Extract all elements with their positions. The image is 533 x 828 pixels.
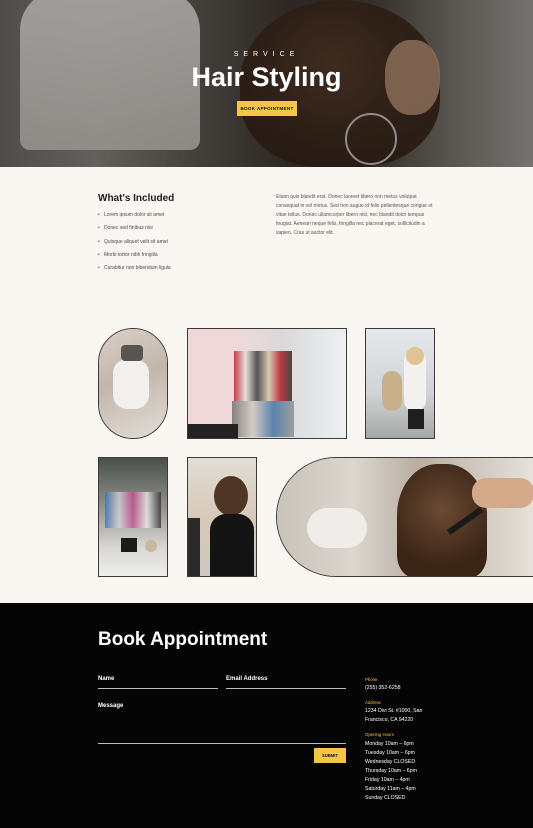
service-description: Etiam quis blandit erat. Donec laoreet l… <box>276 194 433 236</box>
list-item-text: Morbi tortor nibh fringilla <box>104 251 158 258</box>
list-item-text: Donec sed finibus nisi <box>104 225 153 232</box>
hours-row: Monday 10am – 6pm <box>365 741 414 747</box>
gallery-photo-stylist-curling <box>365 328 435 439</box>
opening-hours-list: Monday 10am – 6pm Tuesday 10am – 6pm Wed… <box>365 740 475 803</box>
book-appointment-section: Book Appointment Name Email Address Mess… <box>0 603 533 828</box>
hours-row: Thursday 10am – 6pm <box>365 768 417 774</box>
phone-label: Phone <box>365 677 378 682</box>
gallery-photo-product-shelf <box>187 328 347 439</box>
included-title: What's Included <box>98 193 175 204</box>
name-field[interactable] <box>98 688 218 689</box>
hours-row: Tuesday 10am – 6pm <box>365 750 415 756</box>
hero-banner: SERVICE Hair Styling BOOK APPOINTMENT <box>0 0 533 167</box>
message-field[interactable] <box>98 743 346 744</box>
included-list: • Lorem ipsum dolor sit amet • Donec sed f… <box>98 211 171 277</box>
hero-eyebrow: SERVICE <box>233 51 300 58</box>
gallery-photo-wash-chair <box>98 328 168 439</box>
page-title: Hair Styling <box>191 62 342 92</box>
hours-row: Wednesday CLOSED <box>365 759 416 765</box>
address-label: Address <box>365 700 381 705</box>
opening-hours-label: Opening Hours <box>365 732 394 737</box>
gallery-photo-back-view <box>187 457 257 577</box>
gallery-photo-curling-iron <box>276 457 533 577</box>
list-item: • Quisque aliquet velit sit amet <box>98 238 171 251</box>
hours-row: Saturday 11am – 4pm <box>365 786 416 792</box>
list-item-text: Lorem ipsum dolor sit amet <box>104 212 165 218</box>
name-label: Name <box>98 676 115 682</box>
address-text: 1234 Divi St. #1000, San Francisco, CA 9… <box>365 708 423 723</box>
email-field[interactable] <box>226 688 346 689</box>
hours-row: Sunday CLOSED <box>365 795 406 801</box>
list-item: • Morbi tortor nibh fringilla <box>98 251 171 264</box>
email-label: Email Address <box>226 676 268 682</box>
list-item-text: Quisque aliquet velit sit amet <box>104 238 168 245</box>
list-item: • Curabitur non bibendum ligula <box>98 264 171 277</box>
submit-button[interactable]: SUBMIT <box>314 748 346 763</box>
book-appointment-title: Book Appointment <box>98 629 268 650</box>
hours-row: Friday 10am – 4pm <box>365 777 410 783</box>
list-item-text: Curabitur non bibendum ligula <box>104 265 171 272</box>
gallery-photo-workstation <box>98 457 168 577</box>
book-appointment-button[interactable]: BOOK APPOINTMENT <box>237 101 297 116</box>
phone-number[interactable]: (255) 352-6258 <box>365 684 475 693</box>
message-label: Message <box>98 703 124 709</box>
list-item: • Donec sed finibus nisi <box>98 224 171 237</box>
list-item: • Lorem ipsum dolor sit amet <box>98 211 171 224</box>
